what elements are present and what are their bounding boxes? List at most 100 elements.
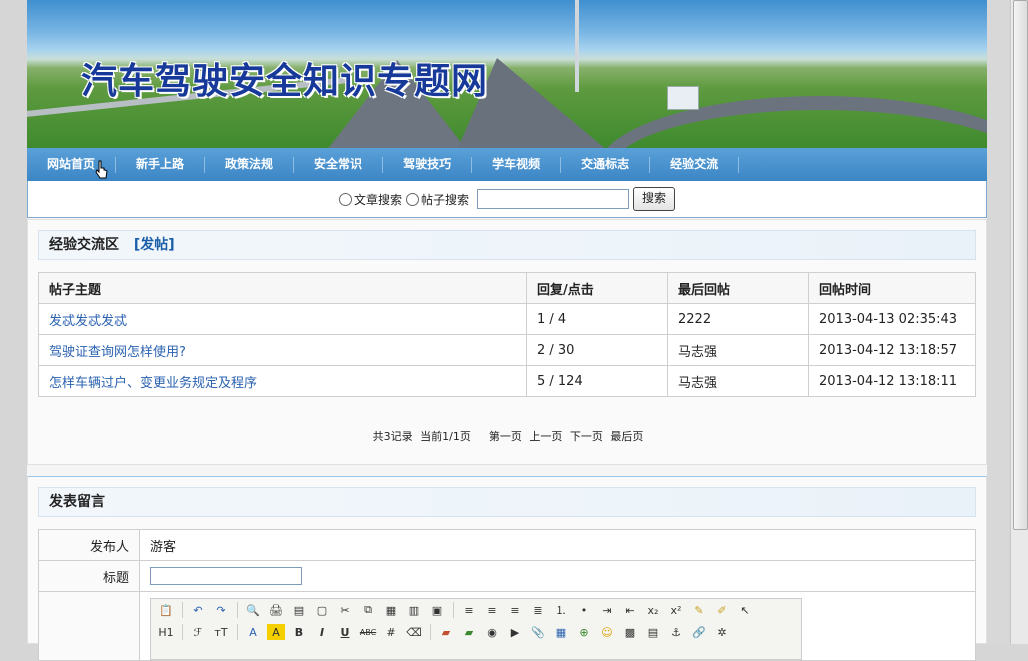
col-topic: 帖子主题 (38, 272, 527, 304)
table-header-row: 帖子主题 回复/点击 最后回帖 回帖时间 (38, 272, 976, 304)
print-icon[interactable]: 🖨 (267, 602, 285, 618)
preview-icon[interactable]: 🔍 (244, 602, 262, 618)
comment-header: 发表留言 (38, 487, 976, 517)
heading-icon[interactable]: H1 (157, 624, 175, 640)
col-stats: 回复/点击 (526, 272, 668, 304)
site-banner: 汽车驾驶安全知识专题网 (27, 0, 987, 148)
source-icon[interactable]: ▢ (313, 602, 331, 618)
grid-icon[interactable]: ▦ (552, 624, 570, 640)
pager-last[interactable]: 最后页 (610, 430, 643, 443)
undo-icon[interactable]: ↶ (189, 602, 207, 618)
pager-first[interactable]: 第一页 (489, 430, 522, 443)
align-right-icon[interactable]: ≡ (506, 602, 524, 618)
highlight-icon[interactable]: A (267, 624, 285, 640)
flash-icon[interactable]: ◉ (483, 624, 501, 640)
comment-form: 发布人 游客 标题 📋 ↶ ↷ 🔍 🖨 ▤ ▢ ✂ ⧉ ▦ ▥ ▣ ≡ ≡ ≡ … (38, 529, 976, 661)
cut-icon[interactable]: ✂ (336, 602, 354, 618)
nav-item-skills[interactable]: 驾驶技巧 (383, 148, 471, 181)
underline-icon[interactable]: U (336, 624, 354, 640)
col-last-reply: 最后回帖 (667, 272, 809, 304)
anchor-icon[interactable]: ⚓ (667, 624, 685, 640)
clear-format-icon[interactable]: ✎ (690, 602, 708, 618)
font-family-icon[interactable]: ℱ (189, 624, 207, 640)
media-icon[interactable]: ▶ (506, 624, 524, 640)
link-icon[interactable]: 🔗 (690, 624, 708, 640)
nav-item-policy[interactable]: 政策法规 (205, 148, 293, 181)
author-label: 发布人 (38, 529, 140, 561)
post-link[interactable]: 驾驶证查询网怎样使用? (49, 345, 186, 360)
indent-icon[interactable]: ⇥ (598, 602, 616, 618)
forum-title: 经验交流区 (49, 237, 119, 253)
bold-icon[interactable]: B (290, 624, 308, 640)
picture-icon[interactable]: ▩ (621, 624, 639, 640)
nav-item-beginner[interactable]: 新手上路 (116, 148, 204, 181)
superscript-icon[interactable]: x² (667, 602, 685, 618)
copy-icon[interactable]: ⧉ (359, 602, 377, 618)
post-time: 2013-04-12 13:18:11 (808, 365, 976, 397)
pager-current: 当前1/1页 (420, 430, 471, 443)
search-bar: 文章搜索 帖子搜索 搜索 (27, 181, 987, 218)
strike-icon[interactable]: ABC (359, 624, 377, 640)
align-left-icon[interactable]: ≡ (460, 602, 478, 618)
font-color-icon[interactable]: A (244, 624, 262, 640)
hr-icon[interactable]: ⊕ (575, 624, 593, 640)
eraser-icon[interactable]: ⌫ (405, 624, 423, 640)
editor-toolbar-row-2: H1 ℱ тT A A B I U ABC # ⌫ ▰ ▰ ◉ ▶ 📎 ▦ ⊕ … (151, 621, 801, 643)
vertical-scrollbar[interactable] (1010, 0, 1028, 644)
unlink-icon[interactable]: ✲ (713, 624, 731, 640)
post-time: 2013-04-13 02:35:43 (808, 303, 976, 335)
paste-text-icon[interactable]: ▦ (382, 602, 400, 618)
align-center-icon[interactable]: ≡ (483, 602, 501, 618)
nav-item-safety[interactable]: 安全常识 (294, 148, 382, 181)
new-post-link[interactable]: [发帖] (134, 237, 175, 253)
forum-panel: 经验交流区 [发帖] 帖子主题 回复/点击 最后回帖 回帖时间 发忒发忒发忒 1… (27, 219, 987, 465)
select-all-icon[interactable]: ▣ (428, 602, 446, 618)
table-icon[interactable]: # (382, 624, 400, 640)
pager: 共3记录 当前1/1页 第一页 上一页 下一页 最后页 (28, 428, 988, 444)
template-icon[interactable]: ▤ (290, 602, 308, 618)
select-icon[interactable]: ↖ (736, 602, 754, 618)
pager-next[interactable]: 下一页 (570, 430, 603, 443)
nav-item-experience[interactable]: 经验交流 (650, 148, 738, 181)
unordered-list-icon[interactable]: • (575, 602, 593, 618)
post-stats: 1 / 4 (526, 303, 668, 335)
table-row: 怎样车辆过户、变更业务规定及程序 5 / 124 马志强 2013-04-12 … (38, 365, 976, 397)
emoticon-icon[interactable]: ☺ (598, 624, 616, 640)
image-icon[interactable]: ▰ (437, 624, 455, 640)
scrollbar-thumb[interactable] (1013, 0, 1028, 530)
post-table: 帖子主题 回复/点击 最后回帖 回帖时间 发忒发忒发忒 1 / 4 2222 2… (38, 272, 976, 397)
paste-icon[interactable]: 📋 (157, 602, 175, 618)
paste-word-icon[interactable]: ▥ (405, 602, 423, 618)
search-post-label: 帖子搜索 (420, 192, 469, 207)
outdent-icon[interactable]: ⇤ (621, 602, 639, 618)
post-link[interactable]: 怎样车辆过户、变更业务规定及程序 (49, 376, 257, 391)
attach-icon[interactable]: 📎 (529, 624, 547, 640)
pager-prev[interactable]: 上一页 (529, 430, 562, 443)
search-article-label: 文章搜索 (353, 192, 402, 207)
redo-icon[interactable]: ↷ (212, 602, 230, 618)
col-reply-time: 回帖时间 (808, 272, 976, 304)
font-size-icon[interactable]: тT (212, 624, 230, 640)
table-row: 发忒发忒发忒 1 / 4 2222 2013-04-13 02:35:43 (38, 303, 976, 335)
site-title: 汽车驾驶安全知识专题网 (81, 60, 489, 102)
subject-input[interactable] (150, 567, 302, 585)
post-link[interactable]: 发忒发忒发忒 (49, 314, 127, 329)
justify-icon[interactable]: ≣ (529, 602, 547, 618)
subscript-icon[interactable]: x₂ (644, 602, 662, 618)
post-time: 2013-04-12 13:18:57 (808, 334, 976, 366)
page: 汽车驾驶安全知识专题网 网站首页 新手上路 政策法规 安全常识 驾驶技巧 学车视… (27, 0, 987, 661)
nav-item-signs[interactable]: 交通标志 (561, 148, 649, 181)
search-post-radio[interactable] (405, 192, 419, 206)
nav-item-videos[interactable]: 学车视频 (472, 148, 560, 181)
post-stats: 2 / 30 (526, 334, 668, 366)
image-add-icon[interactable]: ▰ (460, 624, 478, 640)
search-article-radio[interactable] (338, 192, 352, 206)
ordered-list-icon[interactable]: ⒈ (552, 602, 570, 618)
search-button[interactable]: 搜索 (633, 187, 676, 211)
pager-summary: 共3记录 (372, 430, 413, 443)
pagebreak-icon[interactable]: ▤ (644, 624, 662, 640)
italic-icon[interactable]: I (313, 624, 331, 640)
search-input[interactable] (477, 189, 629, 209)
quick-format-icon[interactable]: ✐ (713, 602, 731, 618)
subject-label: 标题 (38, 560, 140, 592)
